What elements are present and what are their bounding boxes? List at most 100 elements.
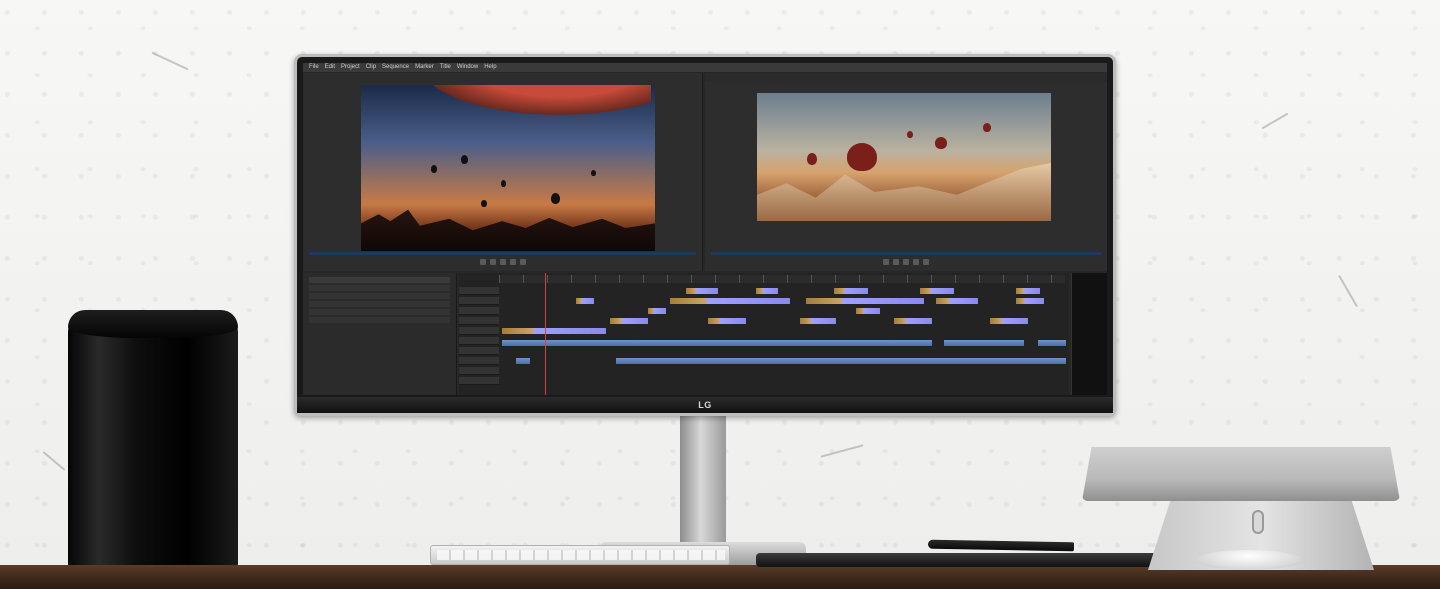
red-balloon (847, 143, 877, 171)
video-clip[interactable] (609, 317, 649, 325)
track-header[interactable] (459, 367, 499, 375)
project-bin-item[interactable] (309, 309, 450, 315)
menu-item-clip[interactable]: Clip (366, 63, 376, 72)
extract-icon[interactable] (923, 259, 929, 265)
video-clip[interactable] (893, 317, 933, 325)
monitor-brand-logo: LG (698, 400, 712, 410)
keyboard-keys[interactable] (437, 550, 725, 560)
balloon-canopy (421, 85, 651, 115)
project-search-field[interactable] (309, 277, 450, 283)
mac-pro-computer (68, 310, 238, 568)
track-header[interactable] (459, 287, 499, 295)
audio-clip[interactable] (501, 339, 933, 347)
step-forward-icon[interactable] (499, 259, 506, 265)
timeline-ruler[interactable] (499, 275, 1065, 283)
track-header[interactable] (459, 357, 499, 365)
balloon (907, 131, 913, 138)
project-bin-item[interactable] (309, 293, 450, 299)
editor-menu-bar: File Edit Project Clip Sequence Marker T… (303, 63, 1107, 72)
menu-item-title[interactable]: Title (440, 63, 451, 72)
menu-item-file[interactable]: File (309, 63, 319, 72)
menu-item-sequence[interactable]: Sequence (382, 63, 409, 72)
balloon (431, 165, 437, 173)
video-clip[interactable] (1015, 287, 1041, 295)
rock-silhouettes (361, 209, 655, 251)
video-clip[interactable] (647, 307, 667, 315)
source-scrubber[interactable] (309, 252, 696, 255)
track-header[interactable] (459, 307, 499, 315)
menu-item-project[interactable]: Project (341, 63, 360, 72)
curved-monitor: File Edit Project Clip Sequence Marker T… (294, 54, 1116, 416)
video-clip[interactable] (501, 327, 607, 335)
source-video-frame (361, 85, 655, 251)
video-clip[interactable] (919, 287, 955, 295)
project-bin-item[interactable] (309, 301, 450, 307)
video-clip[interactable] (755, 287, 779, 295)
audio-clip[interactable] (1037, 339, 1067, 347)
balloon (461, 155, 468, 164)
step-forward-icon[interactable] (903, 259, 909, 265)
mac-pro-top-vent (68, 310, 238, 338)
lift-icon[interactable] (913, 259, 919, 265)
insert-icon[interactable] (509, 259, 516, 265)
pen-tablet[interactable] (756, 553, 1174, 567)
balloon (591, 170, 596, 176)
audio-clip[interactable] (615, 357, 1067, 365)
video-clip[interactable] (805, 297, 925, 305)
monitor-bottom-bezel: LG (297, 397, 1113, 413)
program-transport-controls (705, 257, 1107, 267)
laptop-stand-cable-hole (1252, 510, 1264, 534)
balloon (935, 137, 947, 149)
track-header[interactable] (459, 327, 499, 335)
video-clip[interactable] (855, 307, 881, 315)
source-monitor-panel (303, 73, 703, 271)
program-header (705, 73, 1107, 82)
program-scrubber[interactable] (711, 252, 1101, 255)
balloon (807, 153, 817, 165)
step-back-icon[interactable] (479, 259, 486, 265)
track-header[interactable] (459, 337, 499, 345)
video-clip[interactable] (575, 297, 595, 305)
monitor-stand-neck (680, 408, 726, 548)
project-panel (303, 273, 457, 395)
audio-clip[interactable] (943, 339, 1025, 347)
balloon (551, 193, 560, 204)
video-clip[interactable] (833, 287, 869, 295)
video-clip[interactable] (935, 297, 979, 305)
monitor-screen: File Edit Project Clip Sequence Marker T… (303, 63, 1107, 395)
laptop-stand-platform (1082, 447, 1400, 501)
step-back-icon[interactable] (883, 259, 889, 265)
menu-item-window[interactable]: Window (457, 63, 478, 72)
keyboard[interactable] (430, 545, 730, 565)
cappadocia-landscape (757, 163, 1051, 221)
track-header[interactable] (459, 297, 499, 305)
menu-item-marker[interactable]: Marker (415, 63, 434, 72)
track-header[interactable] (459, 347, 499, 355)
play-icon[interactable] (893, 259, 899, 265)
project-bin-item[interactable] (309, 317, 450, 323)
timeline-panel (459, 273, 1069, 395)
balloon (983, 123, 991, 132)
video-clip[interactable] (1015, 297, 1045, 305)
menu-item-edit[interactable]: Edit (325, 63, 335, 72)
video-clip[interactable] (669, 297, 791, 305)
audio-clip[interactable] (515, 357, 531, 365)
video-clip[interactable] (707, 317, 747, 325)
timeline-playhead[interactable] (545, 273, 546, 395)
audio-meters (1071, 273, 1107, 395)
mouse[interactable] (1196, 550, 1302, 570)
program-video-frame (757, 93, 1051, 221)
menu-item-help[interactable]: Help (484, 63, 496, 72)
video-clip[interactable] (989, 317, 1029, 325)
overwrite-icon[interactable] (519, 259, 526, 265)
video-clip[interactable] (685, 287, 719, 295)
project-bin-item[interactable] (309, 285, 450, 291)
source-transport-controls (303, 257, 702, 267)
track-header[interactable] (459, 317, 499, 325)
program-monitor-panel (705, 73, 1107, 271)
balloon (481, 200, 487, 207)
play-icon[interactable] (489, 259, 496, 265)
track-header[interactable] (459, 377, 499, 385)
video-clip[interactable] (799, 317, 837, 325)
balloon (501, 180, 506, 187)
